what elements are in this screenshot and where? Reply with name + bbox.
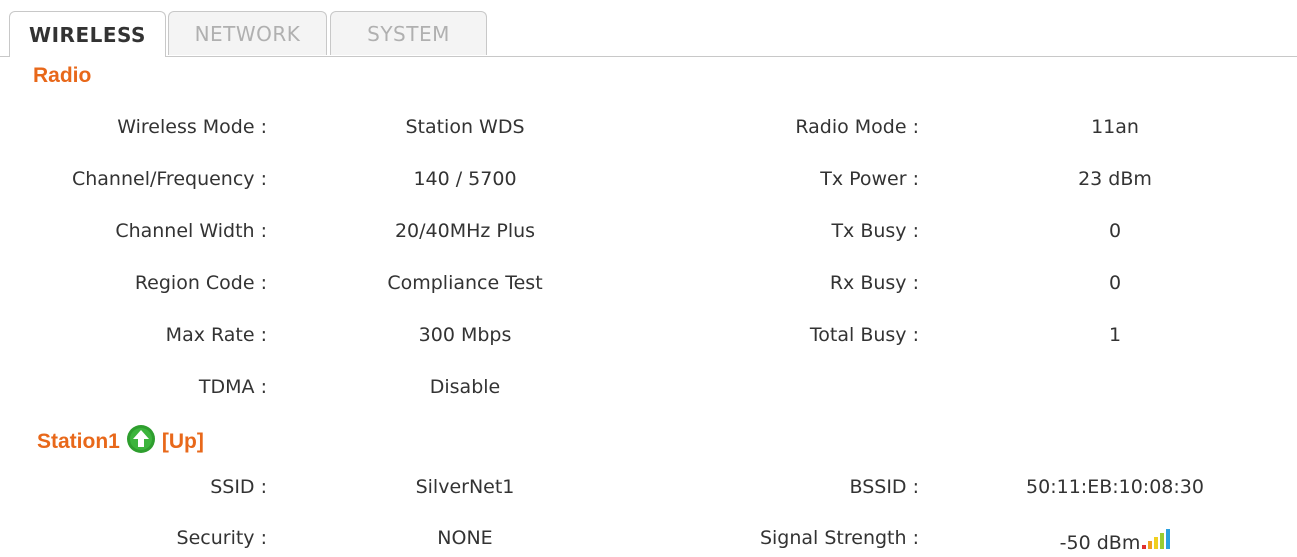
- channel-width-label: Channel Width :: [115, 220, 267, 242]
- region-code-value: Compliance Test: [387, 272, 543, 294]
- channel-frequency-label: Channel/Frequency :: [71, 168, 267, 190]
- radio-row: Channel Width : 20/40MHz Plus Tx Busy : …: [0, 220, 1297, 250]
- tab-network[interactable]: NETWORK: [168, 11, 327, 55]
- channel-width-value: 20/40MHz Plus: [394, 220, 536, 242]
- arrow-up-circle-icon: [126, 424, 156, 460]
- ssid-label: SSID :: [210, 476, 267, 498]
- channel-frequency-value: 140 / 5700: [413, 168, 517, 190]
- station-section-title: Station1 [Up]: [37, 424, 204, 460]
- tx-power-label: Tx Power :: [820, 168, 919, 190]
- ssid-value: SilverNet1: [415, 476, 515, 498]
- station-status: [Up]: [161, 430, 204, 453]
- radio-row: Max Rate : 300 Mbps Total Busy : 1: [0, 324, 1297, 354]
- tdma-value: Disable: [429, 376, 501, 398]
- tdma-label: TDMA :: [198, 376, 267, 398]
- max-rate-value: 300 Mbps: [418, 324, 512, 346]
- max-rate-label: Max Rate :: [165, 324, 267, 346]
- tx-power-value: 23 dBm: [1078, 168, 1152, 190]
- bssid-label: BSSID :: [849, 476, 920, 498]
- total-busy-value: 1: [1108, 324, 1122, 346]
- region-code-label: Region Code :: [134, 272, 267, 294]
- rx-busy-label: Rx Busy :: [829, 272, 919, 294]
- station-row: SSID : SilverNet1 BSSID : 50:11:EB:10:08…: [0, 476, 1297, 506]
- rx-busy-value: 0: [1108, 272, 1122, 294]
- signal-bars-icon: [1142, 527, 1171, 549]
- bssid-value: 50:11:EB:10:08:30: [1026, 476, 1204, 498]
- wireless-mode-value: Station WDS: [405, 116, 525, 138]
- security-label: Security :: [176, 527, 267, 549]
- total-busy-label: Total Busy :: [809, 324, 919, 346]
- signal-strength-value: -50 dBm: [1059, 532, 1141, 554]
- radio-row: Region Code : Compliance Test Rx Busy : …: [0, 272, 1297, 302]
- radio-mode-value: 11an: [1091, 116, 1139, 138]
- radio-row: Channel/Frequency : 140 / 5700 Tx Power …: [0, 168, 1297, 198]
- tab-system[interactable]: SYSTEM: [330, 11, 487, 55]
- signal-bar: [1160, 533, 1165, 549]
- wireless-mode-label: Wireless Mode :: [117, 116, 267, 138]
- signal-strength-value-cell: -50 dBm: [990, 527, 1240, 554]
- tx-busy-label: Tx Busy :: [831, 220, 919, 242]
- signal-bar: [1154, 537, 1159, 549]
- radio-mode-label: Radio Mode :: [795, 116, 919, 138]
- signal-bar: [1148, 541, 1153, 549]
- tab-bar: WIRELESS NETWORK SYSTEM: [0, 0, 1297, 57]
- radio-row: Wireless Mode : Station WDS Radio Mode :…: [0, 116, 1297, 146]
- station-name: Station1: [37, 430, 120, 453]
- signal-strength-label: Signal Strength :: [759, 527, 919, 549]
- security-value: NONE: [437, 527, 493, 549]
- signal-bar: [1166, 529, 1171, 549]
- tx-busy-value: 0: [1108, 220, 1122, 242]
- radio-section-title: Radio: [33, 64, 92, 87]
- radio-row: TDMA : Disable: [0, 376, 1297, 406]
- tab-wireless[interactable]: WIRELESS: [9, 11, 166, 57]
- signal-bar: [1142, 545, 1147, 549]
- station-row: Security : NONE Signal Strength : -50 dB…: [0, 527, 1297, 557]
